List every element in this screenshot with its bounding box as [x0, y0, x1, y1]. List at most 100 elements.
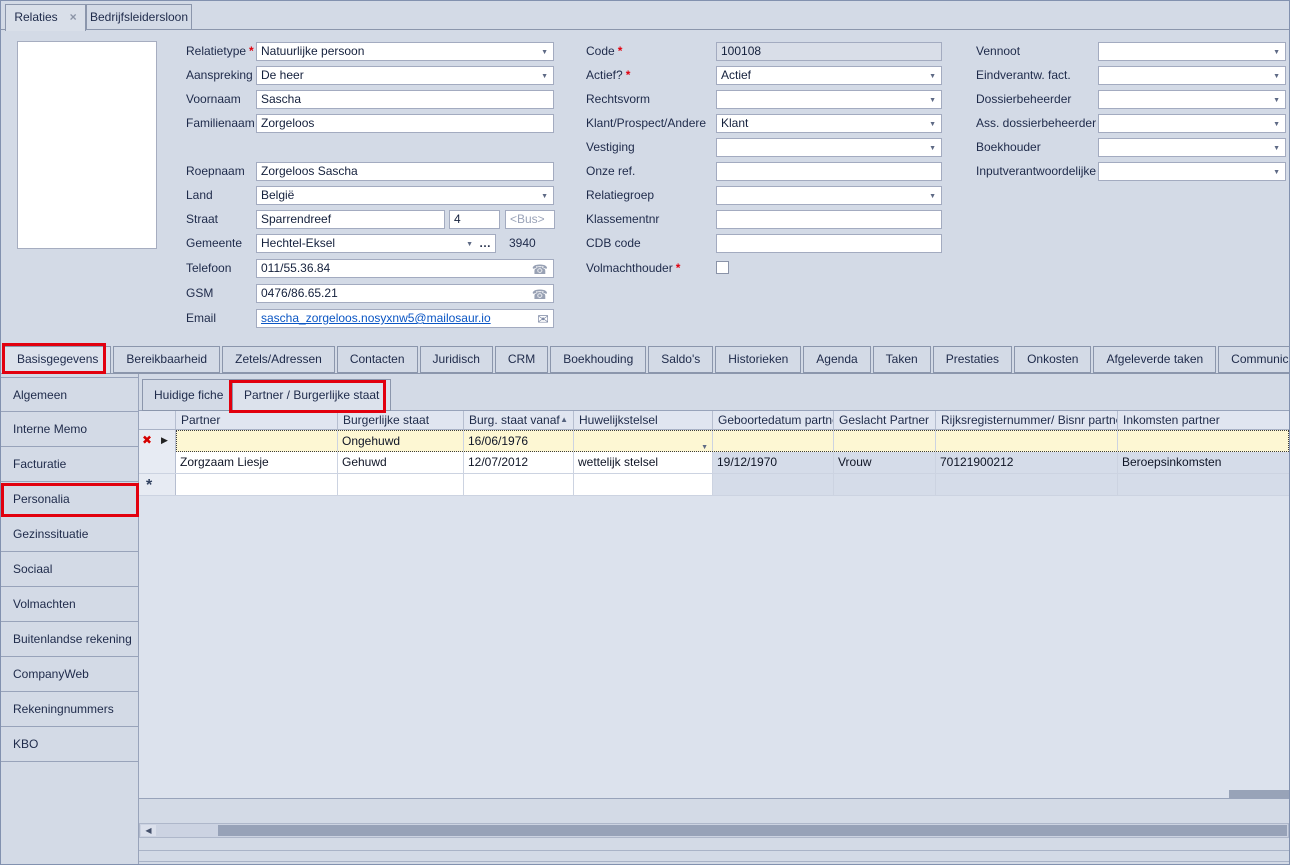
- scroll-left-arrow[interactable]: ◀: [141, 825, 156, 836]
- tab-prestaties[interactable]: Prestaties: [933, 346, 1012, 373]
- scrollbar-thumb[interactable]: [218, 825, 1287, 836]
- sidebar-item-volmachten[interactable]: Volmachten: [1, 587, 138, 622]
- chevron-down-icon[interactable]: ▼: [929, 121, 936, 128]
- huisnummer-input[interactable]: 4: [449, 210, 500, 229]
- tab-bedrijfsleidersloon[interactable]: Bedrijfsleidersloon: [86, 4, 192, 30]
- column-header-partner[interactable]: Partner: [176, 411, 338, 429]
- sidebar-item-rekeningnummers[interactable]: Rekeningnummers: [1, 692, 138, 727]
- table-row[interactable]: ✖ ▶ Ongehuwd 16/06/1976 ▼: [139, 430, 1289, 452]
- cell-rijksregisternummer[interactable]: [936, 474, 1118, 495]
- rechtsvorm-dropdown[interactable]: ▼: [716, 90, 942, 109]
- cell-burg-staat-vanaf[interactable]: 16/06/1976: [464, 431, 574, 451]
- sidebar-item-kbo[interactable]: KBO: [1, 727, 138, 762]
- aanspreking-dropdown[interactable]: De heer▼: [256, 66, 554, 85]
- sidebar-item-gezinssituatie[interactable]: Gezinssituatie: [1, 517, 138, 552]
- chevron-down-icon[interactable]: ▼: [541, 193, 548, 200]
- cdb-code-input[interactable]: [716, 234, 942, 253]
- tab-juridisch[interactable]: Juridisch: [420, 346, 493, 373]
- close-icon[interactable]: ×: [70, 10, 77, 24]
- bus-input[interactable]: <Bus>: [505, 210, 555, 229]
- subtab-huidige-fiche[interactable]: Huidige fiche: [142, 379, 235, 411]
- cell-partner[interactable]: [176, 474, 338, 495]
- chevron-down-icon[interactable]: ▼: [701, 438, 708, 451]
- chevron-down-icon[interactable]: ▼: [1273, 121, 1280, 128]
- cell-burgerlijke-staat[interactable]: [338, 474, 464, 495]
- column-header-huwelijkstelsel[interactable]: Huwelijkstelsel: [574, 411, 713, 429]
- cell-rijksregisternummer[interactable]: 70121900212: [936, 452, 1118, 473]
- relatietype-dropdown[interactable]: Natuurlijke persoon▼: [256, 42, 554, 61]
- tab-onkosten[interactable]: Onkosten: [1014, 346, 1091, 373]
- sidebar-item-buitenlandse-rekening[interactable]: Buitenlandse rekening: [1, 622, 138, 657]
- eindverantw-fact-dropdown[interactable]: ▼: [1098, 66, 1286, 85]
- cell-geboortedatum-partner[interactable]: 19/12/1970: [713, 452, 834, 473]
- sidebar-item-facturatie[interactable]: Facturatie: [1, 447, 138, 482]
- actief-dropdown[interactable]: Actief▼: [716, 66, 942, 85]
- cell-geboortedatum-partner[interactable]: [713, 431, 834, 451]
- klassementnr-input[interactable]: [716, 210, 942, 229]
- cell-huwelijkstelsel-editor[interactable]: ▼: [574, 431, 713, 451]
- cell-geslacht-partner[interactable]: Vrouw: [834, 452, 936, 473]
- cell-burg-staat-vanaf[interactable]: 12/07/2012: [464, 452, 574, 473]
- email-link[interactable]: sascha_zorgeloos.nosyxnw5@mailosaur.io: [261, 311, 491, 325]
- tab-saldos[interactable]: Saldo's: [648, 346, 713, 373]
- column-header-burgerlijke-staat[interactable]: Burgerlijke staat: [338, 411, 464, 429]
- klant-prospect-dropdown[interactable]: Klant▼: [716, 114, 942, 133]
- chevron-down-icon[interactable]: ▼: [1273, 145, 1280, 152]
- cell-inkomsten-partner[interactable]: [1118, 474, 1289, 495]
- chevron-down-icon[interactable]: ▼: [929, 73, 936, 80]
- cell-geslacht-partner[interactable]: [834, 474, 936, 495]
- column-header-burg-staat-vanaf[interactable]: ▲Burg. staat vanaf: [464, 411, 574, 429]
- familienaam-input[interactable]: Zorgeloos: [256, 114, 554, 133]
- sidebar-item-interne-memo[interactable]: Interne Memo: [1, 412, 138, 447]
- sidebar-item-companyweb[interactable]: CompanyWeb: [1, 657, 138, 692]
- column-header-geslacht-partner[interactable]: Geslacht Partner: [834, 411, 936, 429]
- vestiging-dropdown[interactable]: ▼: [716, 138, 942, 157]
- cell-partner[interactable]: Zorgzaam Liesje: [176, 452, 338, 473]
- table-row-new[interactable]: *: [139, 474, 1289, 496]
- tab-afgeleverde-taken[interactable]: Afgeleverde taken: [1093, 346, 1216, 373]
- telefoon-input[interactable]: 011/55.36.84☎: [256, 259, 554, 278]
- tab-communicator[interactable]: Communicator: [1218, 346, 1289, 373]
- cell-geboortedatum-partner[interactable]: [713, 474, 834, 495]
- ass-dossierbeheerder-dropdown[interactable]: ▼: [1098, 114, 1286, 133]
- cell-inkomsten-partner[interactable]: [1118, 431, 1288, 451]
- phone-icon[interactable]: ☎: [532, 261, 548, 278]
- ellipsis-lookup-button[interactable]: …: [479, 235, 491, 252]
- cell-burgerlijke-staat[interactable]: Ongehuwd: [338, 431, 464, 451]
- cell-burg-staat-vanaf[interactable]: [464, 474, 574, 495]
- tab-zetels-adressen[interactable]: Zetels/Adressen: [222, 346, 335, 373]
- cell-burgerlijke-staat[interactable]: Gehuwd: [338, 452, 464, 473]
- roepnaam-input[interactable]: Zorgeloos Sascha: [256, 162, 554, 181]
- tab-historieken[interactable]: Historieken: [715, 346, 801, 373]
- chevron-down-icon[interactable]: ▼: [466, 241, 473, 248]
- cell-huwelijkstelsel[interactable]: wettelijk stelsel: [574, 452, 713, 473]
- chevron-down-icon[interactable]: ▼: [929, 193, 936, 200]
- horizontal-scrollbar[interactable]: ◀: [139, 823, 1289, 838]
- tab-agenda[interactable]: Agenda: [803, 346, 870, 373]
- tab-crm[interactable]: CRM: [495, 346, 548, 373]
- voornaam-input[interactable]: Sascha: [256, 90, 554, 109]
- column-header-inkomsten-partner[interactable]: Inkomsten partner: [1118, 411, 1289, 429]
- boekhouder-dropdown[interactable]: ▼: [1098, 138, 1286, 157]
- onze-ref-input[interactable]: [716, 162, 942, 181]
- sidebar-item-sociaal[interactable]: Sociaal: [1, 552, 138, 587]
- cell-geslacht-partner[interactable]: [834, 431, 936, 451]
- phone-icon[interactable]: ☎: [532, 286, 548, 303]
- sidebar-item-algemeen[interactable]: Algemeen: [1, 377, 138, 412]
- cell-huwelijkstelsel[interactable]: [574, 474, 713, 495]
- column-header-rijksregisternummer[interactable]: Rijksregisternummer/ Bisnr partner: [936, 411, 1118, 429]
- grid-hscrollbar-thumb[interactable]: [1229, 790, 1289, 798]
- dossierbeheerder-dropdown[interactable]: ▼: [1098, 90, 1286, 109]
- chevron-down-icon[interactable]: ▼: [541, 73, 548, 80]
- vennoot-dropdown[interactable]: ▼: [1098, 42, 1286, 61]
- tab-taken[interactable]: Taken: [873, 346, 931, 373]
- tab-boekhouding[interactable]: Boekhouding: [550, 346, 646, 373]
- tab-relaties[interactable]: Relaties×: [5, 4, 86, 31]
- mail-icon[interactable]: ✉: [537, 311, 549, 328]
- chevron-down-icon[interactable]: ▼: [1273, 73, 1280, 80]
- email-input[interactable]: sascha_zorgeloos.nosyxnw5@mailosaur.io ✉: [256, 309, 554, 328]
- tab-contacten[interactable]: Contacten: [337, 346, 418, 373]
- tab-bereikbaarheid[interactable]: Bereikbaarheid: [113, 346, 220, 373]
- photo-placeholder[interactable]: [17, 41, 157, 249]
- straat-input[interactable]: Sparrendreef: [256, 210, 445, 229]
